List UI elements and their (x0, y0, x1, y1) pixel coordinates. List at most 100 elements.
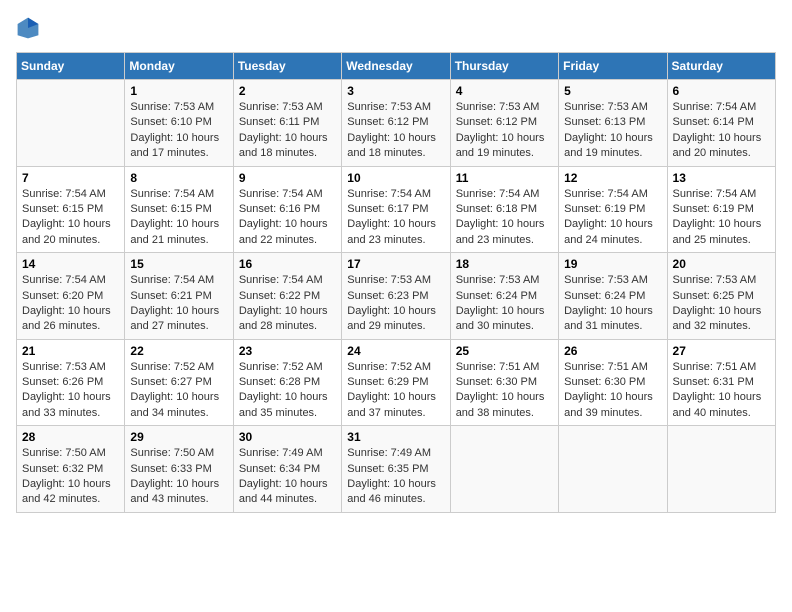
calendar-cell: 19 Sunrise: 7:53 AM Sunset: 6:24 PM Dayl… (559, 253, 667, 340)
day-info: Sunrise: 7:51 AM Sunset: 6:31 PM Dayligh… (673, 360, 770, 422)
calendar-cell: 18 Sunrise: 7:53 AM Sunset: 6:24 PM Dayl… (450, 253, 558, 340)
sunset: Sunset: 6:30 PM (456, 375, 553, 390)
daylight: Daylight: 10 hours and 27 minutes. (130, 304, 227, 335)
sunrise: Sunrise: 7:53 AM (564, 100, 661, 115)
day-info: Sunrise: 7:50 AM Sunset: 6:32 PM Dayligh… (22, 446, 119, 508)
calendar-cell: 12 Sunrise: 7:54 AM Sunset: 6:19 PM Dayl… (559, 166, 667, 253)
calendar-week-row: 14 Sunrise: 7:54 AM Sunset: 6:20 PM Dayl… (17, 253, 776, 340)
calendar-cell: 3 Sunrise: 7:53 AM Sunset: 6:12 PM Dayli… (342, 80, 450, 167)
day-of-week-header: Tuesday (233, 53, 341, 80)
day-number: 7 (22, 171, 119, 185)
day-of-week-header: Thursday (450, 53, 558, 80)
sunset: Sunset: 6:23 PM (347, 289, 444, 304)
day-number: 21 (22, 344, 119, 358)
daylight: Daylight: 10 hours and 31 minutes. (564, 304, 661, 335)
sunrise: Sunrise: 7:50 AM (22, 446, 119, 461)
sunset: Sunset: 6:12 PM (456, 115, 553, 130)
sunset: Sunset: 6:15 PM (22, 202, 119, 217)
day-info: Sunrise: 7:54 AM Sunset: 6:21 PM Dayligh… (130, 273, 227, 335)
daylight: Daylight: 10 hours and 23 minutes. (456, 217, 553, 248)
calendar-cell (559, 426, 667, 513)
day-number: 27 (673, 344, 770, 358)
day-info: Sunrise: 7:54 AM Sunset: 6:22 PM Dayligh… (239, 273, 336, 335)
day-number: 29 (130, 430, 227, 444)
calendar-table: SundayMondayTuesdayWednesdayThursdayFrid… (16, 52, 776, 513)
daylight: Daylight: 10 hours and 29 minutes. (347, 304, 444, 335)
calendar-cell: 6 Sunrise: 7:54 AM Sunset: 6:14 PM Dayli… (667, 80, 775, 167)
calendar-cell: 9 Sunrise: 7:54 AM Sunset: 6:16 PM Dayli… (233, 166, 341, 253)
calendar-cell: 24 Sunrise: 7:52 AM Sunset: 6:29 PM Dayl… (342, 339, 450, 426)
sunrise: Sunrise: 7:53 AM (456, 273, 553, 288)
sunset: Sunset: 6:13 PM (564, 115, 661, 130)
sunrise: Sunrise: 7:53 AM (22, 360, 119, 375)
day-number: 23 (239, 344, 336, 358)
sunset: Sunset: 6:15 PM (130, 202, 227, 217)
sunrise: Sunrise: 7:53 AM (130, 100, 227, 115)
daylight: Daylight: 10 hours and 18 minutes. (347, 131, 444, 162)
daylight: Daylight: 10 hours and 25 minutes. (673, 217, 770, 248)
logo-icon (16, 16, 40, 40)
day-info: Sunrise: 7:49 AM Sunset: 6:34 PM Dayligh… (239, 446, 336, 508)
sunset: Sunset: 6:14 PM (673, 115, 770, 130)
day-of-week-header: Sunday (17, 53, 125, 80)
calendar-cell: 31 Sunrise: 7:49 AM Sunset: 6:35 PM Dayl… (342, 426, 450, 513)
sunset: Sunset: 6:18 PM (456, 202, 553, 217)
calendar-cell: 5 Sunrise: 7:53 AM Sunset: 6:13 PM Dayli… (559, 80, 667, 167)
daylight: Daylight: 10 hours and 28 minutes. (239, 304, 336, 335)
calendar-cell: 15 Sunrise: 7:54 AM Sunset: 6:21 PM Dayl… (125, 253, 233, 340)
daylight: Daylight: 10 hours and 17 minutes. (130, 131, 227, 162)
day-info: Sunrise: 7:53 AM Sunset: 6:26 PM Dayligh… (22, 360, 119, 422)
sunset: Sunset: 6:21 PM (130, 289, 227, 304)
sunset: Sunset: 6:29 PM (347, 375, 444, 390)
day-info: Sunrise: 7:53 AM Sunset: 6:12 PM Dayligh… (456, 100, 553, 162)
sunset: Sunset: 6:28 PM (239, 375, 336, 390)
daylight: Daylight: 10 hours and 19 minutes. (564, 131, 661, 162)
calendar-cell: 8 Sunrise: 7:54 AM Sunset: 6:15 PM Dayli… (125, 166, 233, 253)
day-info: Sunrise: 7:54 AM Sunset: 6:19 PM Dayligh… (564, 187, 661, 249)
daylight: Daylight: 10 hours and 20 minutes. (22, 217, 119, 248)
sunset: Sunset: 6:10 PM (130, 115, 227, 130)
day-info: Sunrise: 7:49 AM Sunset: 6:35 PM Dayligh… (347, 446, 444, 508)
sunset: Sunset: 6:30 PM (564, 375, 661, 390)
daylight: Daylight: 10 hours and 37 minutes. (347, 390, 444, 421)
calendar-week-row: 7 Sunrise: 7:54 AM Sunset: 6:15 PM Dayli… (17, 166, 776, 253)
sunset: Sunset: 6:32 PM (22, 462, 119, 477)
daylight: Daylight: 10 hours and 39 minutes. (564, 390, 661, 421)
sunrise: Sunrise: 7:54 AM (673, 187, 770, 202)
calendar-cell: 28 Sunrise: 7:50 AM Sunset: 6:32 PM Dayl… (17, 426, 125, 513)
sunrise: Sunrise: 7:54 AM (239, 187, 336, 202)
sunset: Sunset: 6:27 PM (130, 375, 227, 390)
day-number: 17 (347, 257, 444, 271)
sunset: Sunset: 6:35 PM (347, 462, 444, 477)
day-number: 20 (673, 257, 770, 271)
day-info: Sunrise: 7:52 AM Sunset: 6:27 PM Dayligh… (130, 360, 227, 422)
day-number: 19 (564, 257, 661, 271)
day-info: Sunrise: 7:53 AM Sunset: 6:12 PM Dayligh… (347, 100, 444, 162)
day-number: 14 (22, 257, 119, 271)
day-info: Sunrise: 7:52 AM Sunset: 6:29 PM Dayligh… (347, 360, 444, 422)
day-number: 6 (673, 84, 770, 98)
sunrise: Sunrise: 7:53 AM (347, 100, 444, 115)
sunrise: Sunrise: 7:51 AM (673, 360, 770, 375)
sunrise: Sunrise: 7:52 AM (130, 360, 227, 375)
day-info: Sunrise: 7:53 AM Sunset: 6:13 PM Dayligh… (564, 100, 661, 162)
sunrise: Sunrise: 7:53 AM (456, 100, 553, 115)
daylight: Daylight: 10 hours and 46 minutes. (347, 477, 444, 508)
sunset: Sunset: 6:33 PM (130, 462, 227, 477)
calendar-week-row: 21 Sunrise: 7:53 AM Sunset: 6:26 PM Dayl… (17, 339, 776, 426)
day-number: 8 (130, 171, 227, 185)
daylight: Daylight: 10 hours and 35 minutes. (239, 390, 336, 421)
daylight: Daylight: 10 hours and 21 minutes. (130, 217, 227, 248)
daylight: Daylight: 10 hours and 18 minutes. (239, 131, 336, 162)
day-number: 24 (347, 344, 444, 358)
calendar-cell: 26 Sunrise: 7:51 AM Sunset: 6:30 PM Dayl… (559, 339, 667, 426)
sunrise: Sunrise: 7:52 AM (347, 360, 444, 375)
calendar-cell (667, 426, 775, 513)
sunset: Sunset: 6:31 PM (673, 375, 770, 390)
daylight: Daylight: 10 hours and 23 minutes. (347, 217, 444, 248)
day-number: 18 (456, 257, 553, 271)
sunset: Sunset: 6:19 PM (673, 202, 770, 217)
day-info: Sunrise: 7:54 AM Sunset: 6:15 PM Dayligh… (130, 187, 227, 249)
calendar-cell: 23 Sunrise: 7:52 AM Sunset: 6:28 PM Dayl… (233, 339, 341, 426)
sunrise: Sunrise: 7:49 AM (239, 446, 336, 461)
